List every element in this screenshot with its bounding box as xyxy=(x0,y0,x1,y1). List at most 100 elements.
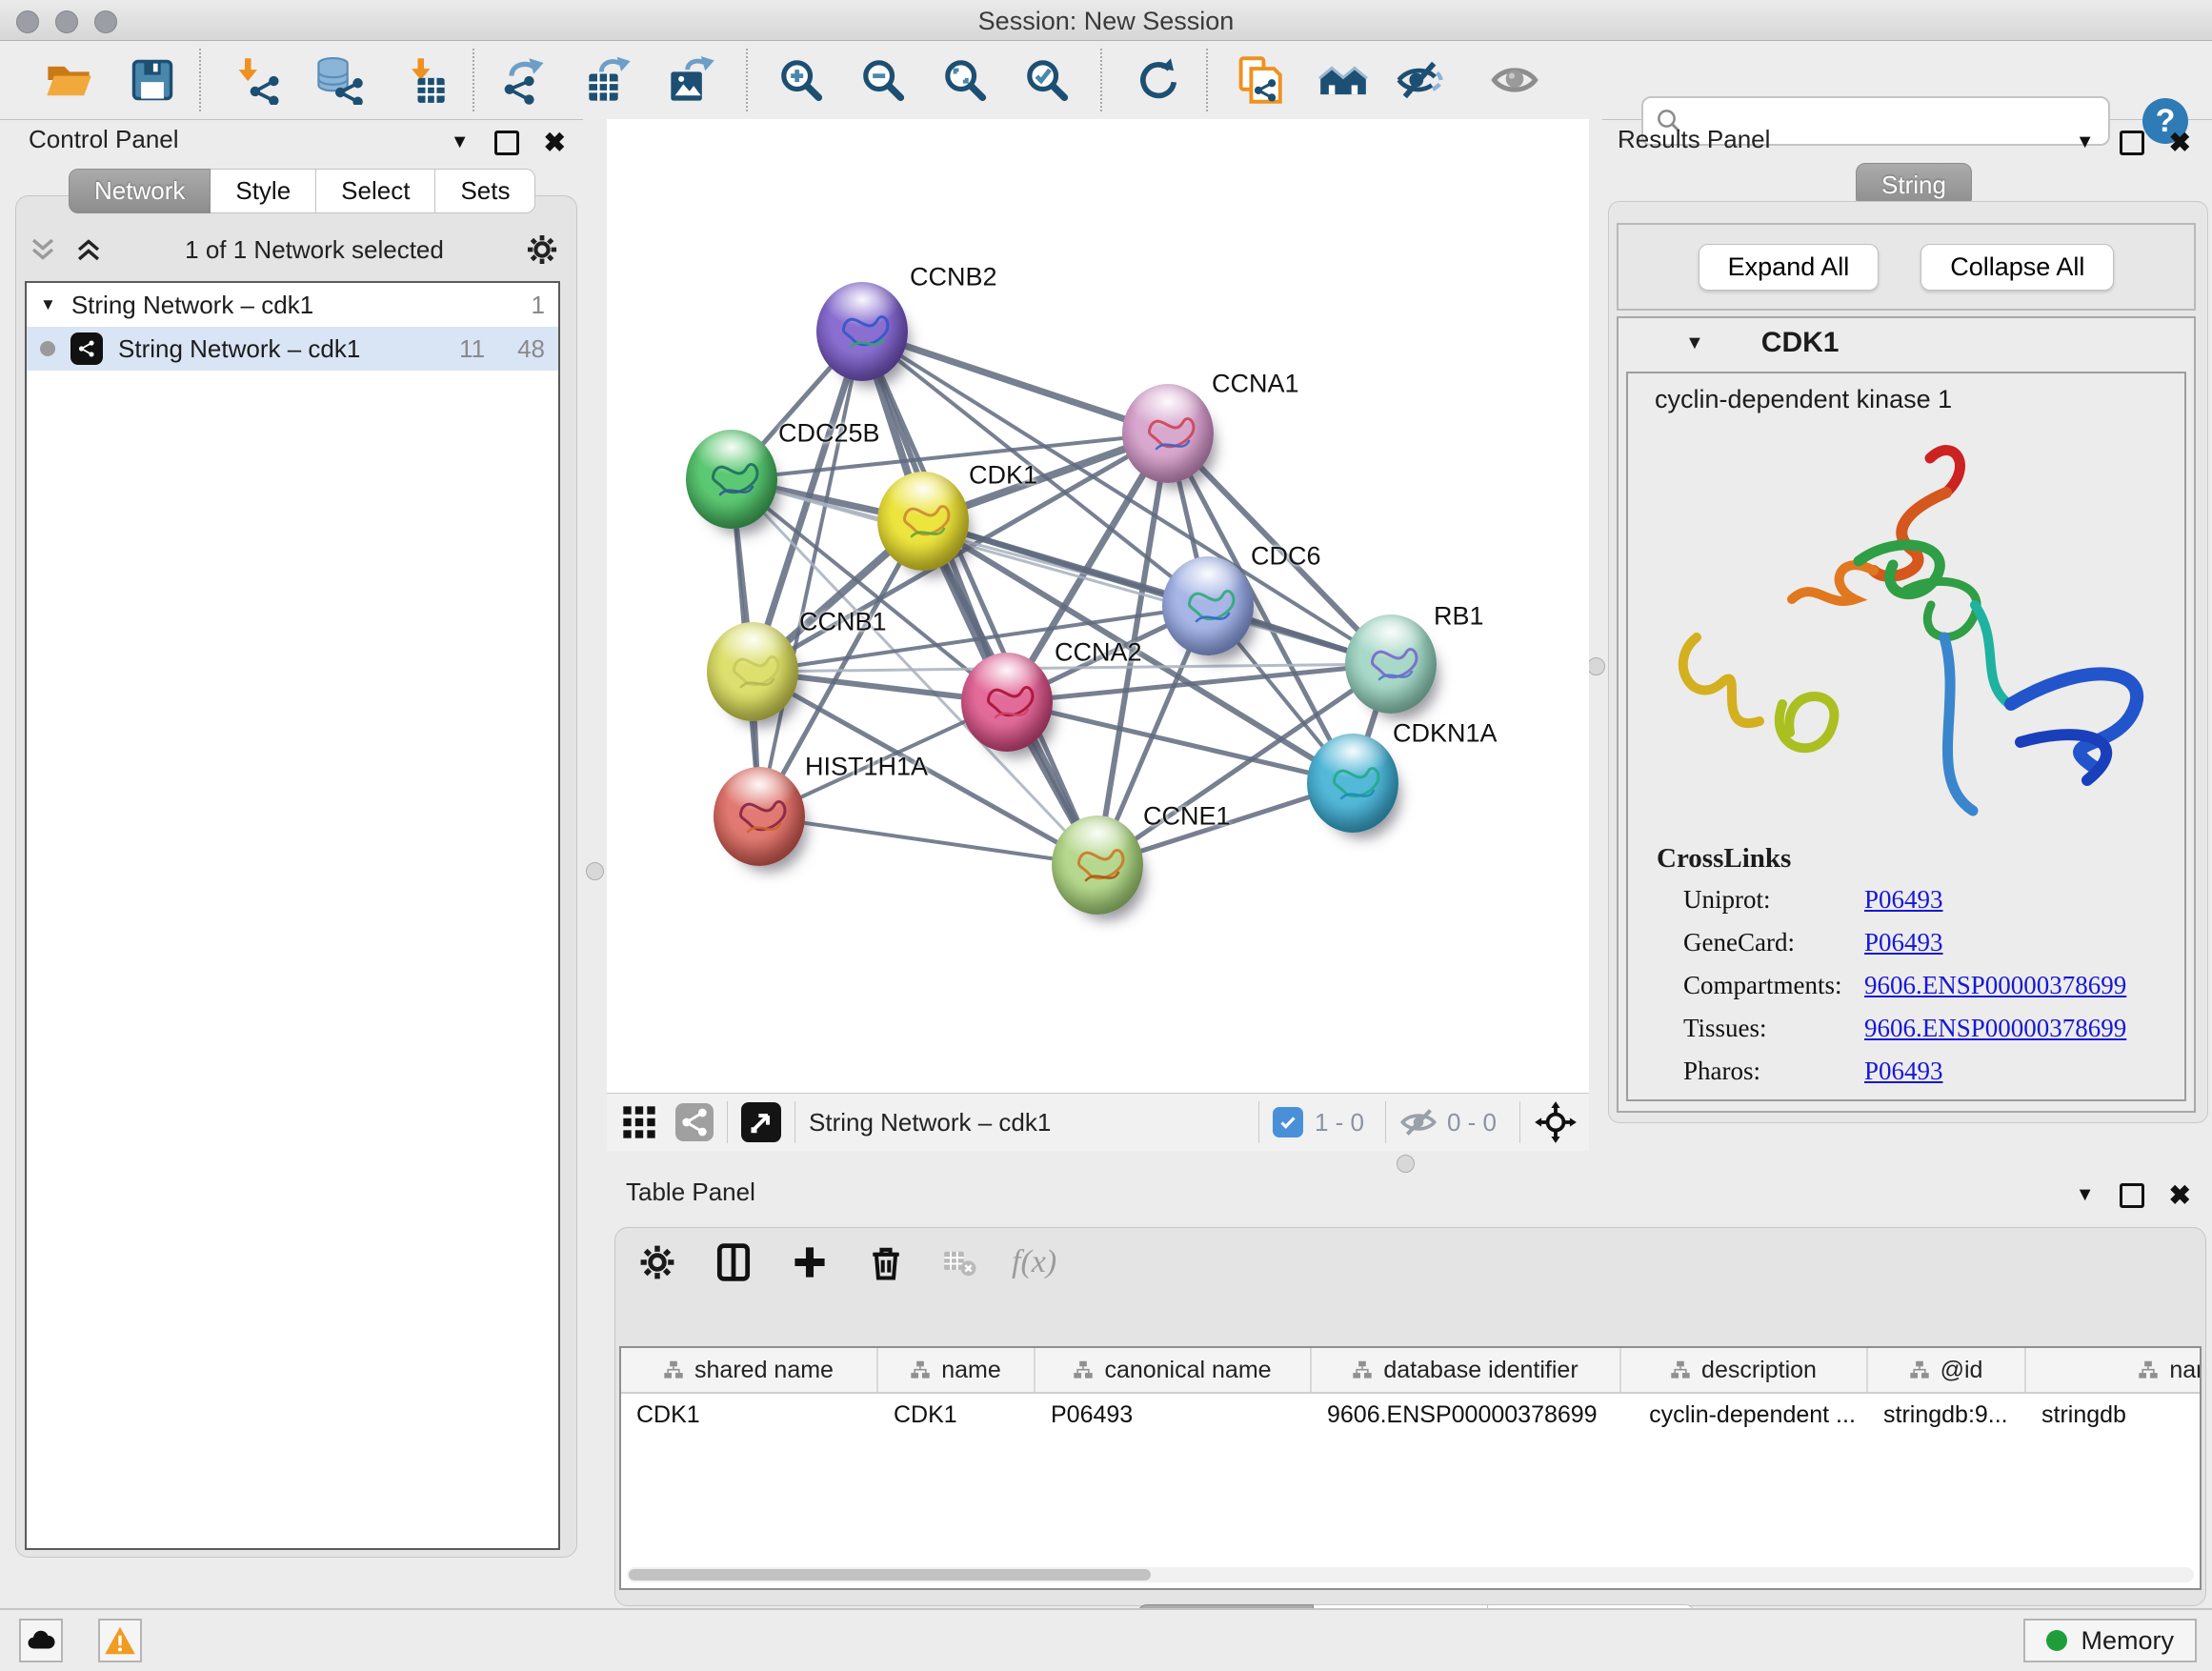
expand-all-button[interactable]: Expand All xyxy=(1699,244,1880,291)
memory-button[interactable]: Memory xyxy=(2023,1619,2197,1662)
table-panel-float-icon[interactable] xyxy=(2120,1183,2144,1208)
network-node-cdkn1a[interactable] xyxy=(1307,734,1398,833)
results-panel-menu-icon[interactable]: ▼ xyxy=(2076,131,2095,153)
expand-all-icon[interactable] xyxy=(72,233,105,266)
network-view[interactable]: CCNB2CCNA1CDC25BCDK1CDC6RB1CCNB1CCNA2CDK… xyxy=(607,119,1589,1151)
results-panel-float-icon[interactable] xyxy=(2120,131,2144,155)
table-cell[interactable]: 9606.ENSP00000378699 xyxy=(1312,1394,1621,1436)
apply-layout-button[interactable] xyxy=(1131,52,1186,108)
collection-expand-icon[interactable]: ▼ xyxy=(40,295,56,314)
column-header-canonicalname[interactable]: canonical name xyxy=(1036,1348,1312,1392)
crosslink-link[interactable]: P06493 xyxy=(1864,928,1943,957)
crosslink-row: Pharos:P06493 xyxy=(1628,1050,2184,1093)
zoom-fit-button[interactable] xyxy=(937,52,993,108)
pan-crosshair-icon[interactable] xyxy=(1534,1100,1578,1144)
tab-network[interactable]: Network xyxy=(69,169,211,213)
import-network-file-button[interactable] xyxy=(230,52,285,108)
table-cell[interactable]: stringdb xyxy=(2026,1394,2202,1436)
scrollbar-thumb[interactable] xyxy=(629,1569,1151,1580)
table-cell[interactable]: stringdb:9... xyxy=(1868,1394,2026,1436)
hidden-eye-slash-icon xyxy=(1399,1103,1438,1141)
crosslink-link[interactable]: P06493 xyxy=(1864,885,1943,915)
network-collection-row[interactable]: ▼ String Network – cdk1 1 xyxy=(27,283,558,327)
column-header-databaseidentifier[interactable]: database identifier xyxy=(1312,1348,1621,1392)
table-cell[interactable]: cyclin-dependent ... xyxy=(1621,1394,1868,1436)
left-splitter-handle[interactable] xyxy=(586,862,604,880)
tab-sets[interactable]: Sets xyxy=(435,169,535,213)
open-session-button[interactable] xyxy=(41,52,96,108)
tab-select[interactable]: Select xyxy=(316,169,435,213)
crosslink-row: Tissues:9606.ENSP00000378699 xyxy=(1628,1007,2184,1050)
node-table: shared name namecanonical namedatabase id… xyxy=(619,1346,2202,1590)
network-node-hist1h1a[interactable] xyxy=(714,767,805,866)
table-panel-menu-icon[interactable]: ▼ xyxy=(2076,1184,2095,1206)
cloud-status-button[interactable] xyxy=(19,1619,63,1662)
show-columns-icon[interactable] xyxy=(713,1241,754,1283)
column-header-description[interactable]: description xyxy=(1621,1348,1868,1392)
control-panel-float-icon[interactable] xyxy=(494,131,519,155)
import-table-button[interactable] xyxy=(396,52,452,108)
export-network-button[interactable] xyxy=(496,52,552,108)
table-cell[interactable]: CDK1 xyxy=(621,1394,878,1436)
hide-selected-button[interactable] xyxy=(1392,52,1447,108)
node-label-cdk1: CDK1 xyxy=(969,461,1037,491)
zoom-out-button[interactable] xyxy=(855,52,911,108)
protein-collapse-icon[interactable]: ▼ xyxy=(1685,332,1704,354)
database-icon xyxy=(313,55,363,105)
column-header-label: shared name xyxy=(694,1357,834,1384)
network-edge[interactable] xyxy=(1007,702,1353,783)
network-node-cdc6[interactable] xyxy=(1162,556,1254,655)
left-splitter[interactable] xyxy=(583,119,607,1610)
table-horizontal-scrollbar[interactable] xyxy=(627,1567,2194,1582)
import-network-database-button[interactable] xyxy=(311,52,366,108)
show-all-networks-button[interactable] xyxy=(1316,52,1371,108)
table-cell[interactable]: CDK1 xyxy=(878,1394,1036,1436)
network-edge[interactable] xyxy=(862,332,1097,865)
table-panel-close-icon[interactable]: ✖ xyxy=(2169,1179,2191,1211)
network-edge[interactable] xyxy=(1007,664,1391,702)
table-gear-icon[interactable] xyxy=(636,1241,678,1283)
selected-checkbox[interactable] xyxy=(1273,1107,1303,1137)
control-panel-close-icon[interactable]: ✖ xyxy=(544,127,566,158)
network-edge[interactable] xyxy=(759,816,1097,865)
column-header-sharedname[interactable]: shared name xyxy=(621,1348,878,1392)
network-node-ccne1[interactable] xyxy=(1052,815,1143,915)
delete-column-icon[interactable] xyxy=(865,1241,907,1283)
network-node-rb1[interactable] xyxy=(1345,614,1437,714)
string-controls: Expand All Collapse All xyxy=(1617,223,2196,311)
save-session-button[interactable] xyxy=(125,52,180,108)
network-node-cdk1[interactable] xyxy=(877,472,969,571)
export-table-button[interactable] xyxy=(582,52,637,108)
network-node-cdc25b[interactable] xyxy=(686,430,777,529)
collapse-all-icon[interactable] xyxy=(27,233,59,266)
bottom-splitter-handle[interactable] xyxy=(1397,1155,1415,1173)
network-options-gear-icon[interactable] xyxy=(524,232,560,268)
network-node-ccna1[interactable] xyxy=(1122,384,1214,483)
results-panel-close-icon[interactable]: ✖ xyxy=(2169,127,2191,158)
network-node-ccna2[interactable] xyxy=(961,653,1053,752)
share-view-icon[interactable] xyxy=(675,1103,714,1141)
zoom-selected-button[interactable] xyxy=(1019,52,1075,108)
collapse-all-button[interactable]: Collapse All xyxy=(1920,244,2114,291)
column-header-id[interactable]: @id xyxy=(1868,1348,2026,1392)
grid-view-icon[interactable] xyxy=(620,1103,658,1141)
crosslink-link[interactable]: P06493 xyxy=(1864,1057,1943,1086)
crosslink-link[interactable]: 9606.ENSP00000378699 xyxy=(1864,971,2126,1000)
add-column-icon[interactable] xyxy=(789,1241,831,1283)
network-node-ccnb1[interactable] xyxy=(707,622,798,721)
network-row[interactable]: String Network – cdk1 11 48 xyxy=(27,327,558,371)
tab-style[interactable]: Style xyxy=(211,169,316,213)
table-cell[interactable]: P06493 xyxy=(1036,1394,1312,1436)
network-canvas[interactable]: CCNB2CCNA1CDC25BCDK1CDC6RB1CCNB1CCNA2CDK… xyxy=(607,127,1589,1094)
birds-eye-view-icon[interactable] xyxy=(741,1102,781,1142)
crosslink-link[interactable]: 9606.ENSP00000378699 xyxy=(1864,1014,2126,1043)
column-header-namespace[interactable]: namespace xyxy=(2026,1348,2202,1392)
warnings-button[interactable] xyxy=(98,1619,142,1662)
show-hidden-button[interactable] xyxy=(1487,52,1542,108)
control-panel-menu-icon[interactable]: ▼ xyxy=(451,131,470,153)
network-node-ccnb2[interactable] xyxy=(816,282,908,381)
export-image-button[interactable] xyxy=(664,52,719,108)
zoom-in-button[interactable] xyxy=(774,52,829,108)
clone-network-button[interactable] xyxy=(1231,52,1286,108)
column-header-name[interactable]: name xyxy=(878,1348,1036,1392)
